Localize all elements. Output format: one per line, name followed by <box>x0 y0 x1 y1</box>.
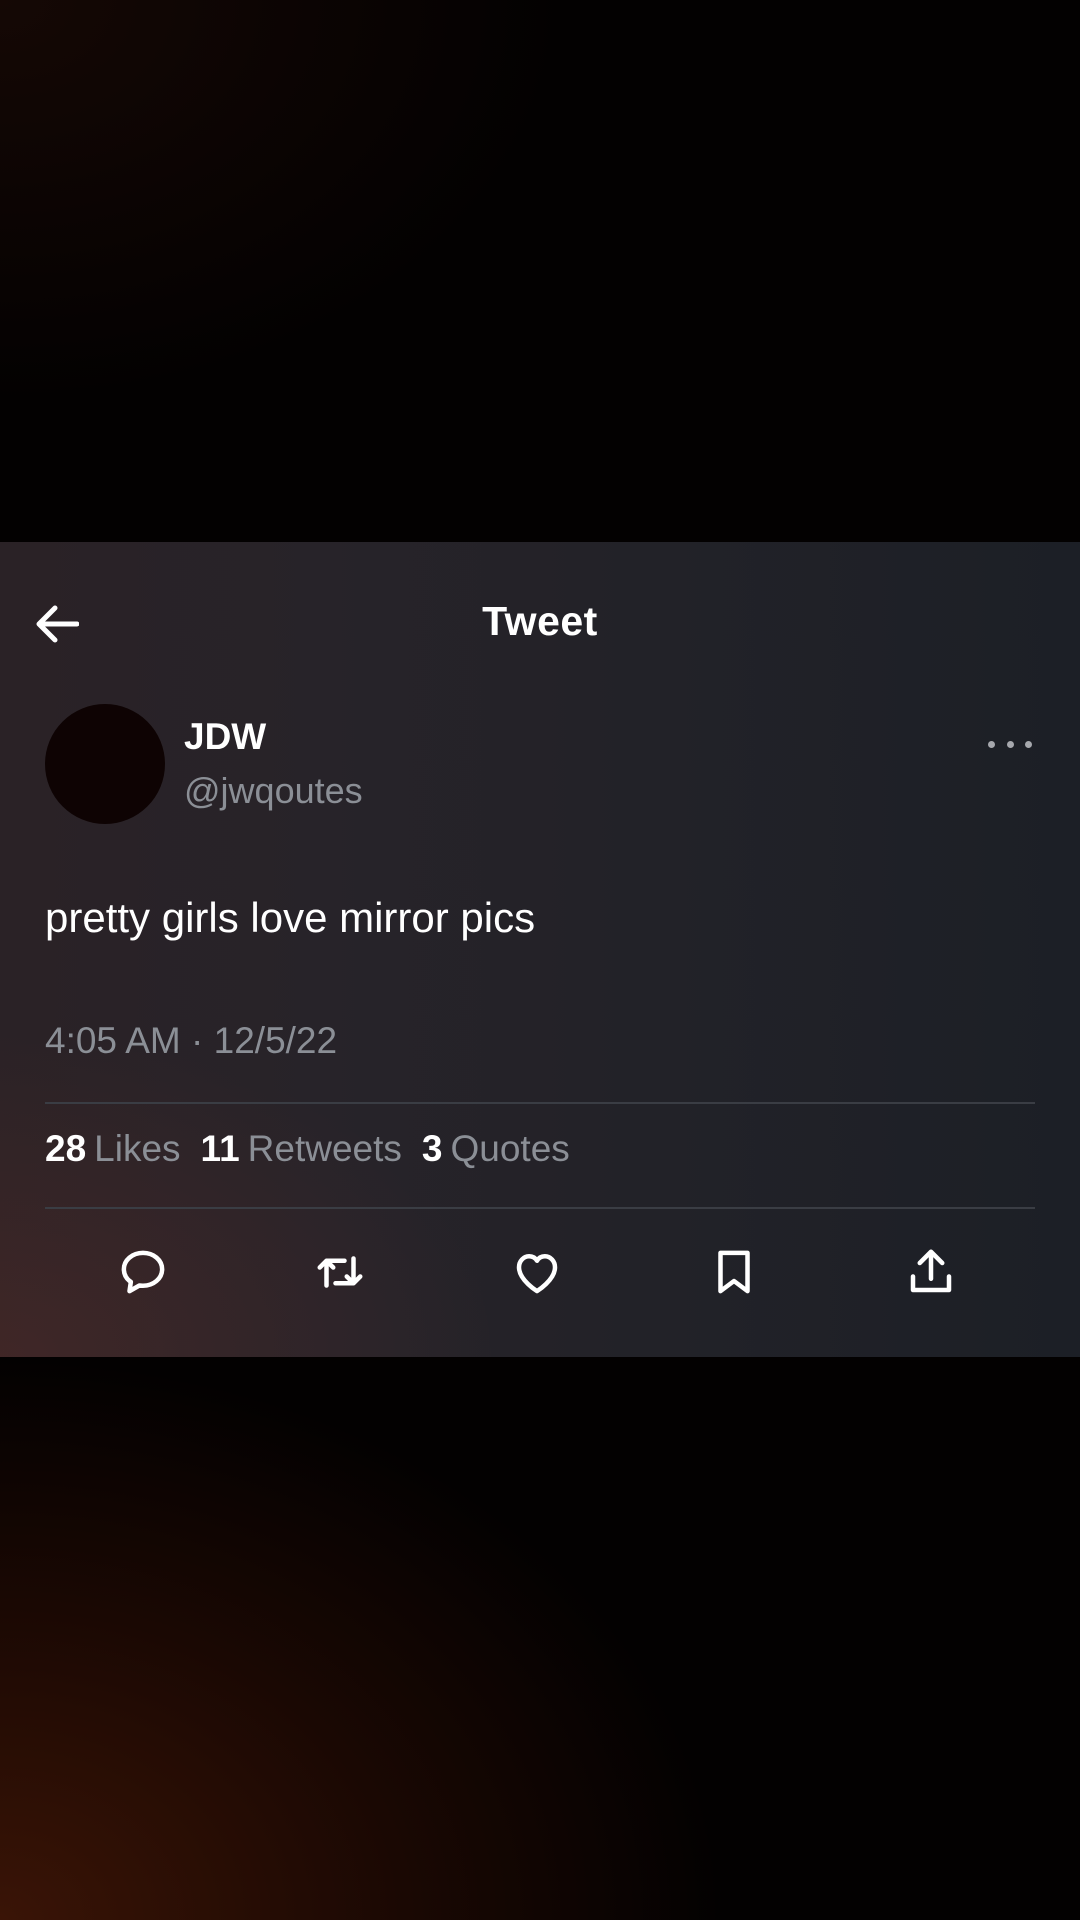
retweets-count: 11 <box>200 1128 240 1169</box>
header: Tweet <box>0 542 1080 698</box>
tweet-text: pretty girls love mirror pics <box>45 894 536 941</box>
author-display-name[interactable]: JDW <box>184 716 266 758</box>
author-handle[interactable]: @jwqoutes <box>184 770 363 812</box>
bookmark-button[interactable] <box>694 1232 774 1312</box>
more-dot-icon <box>1025 740 1032 748</box>
reply-button[interactable] <box>103 1232 183 1312</box>
page-title: Tweet <box>482 598 598 644</box>
like-button[interactable] <box>497 1232 577 1312</box>
tweet-timestamp[interactable]: 4:05 AM · 12/5/22 <box>45 1020 337 1062</box>
screen: Tweet JDW @jwqoutes pretty girls love mi… <box>0 0 1080 1920</box>
bookmark-icon <box>718 1250 750 1294</box>
retweets-label: Retweets <box>247 1128 402 1169</box>
more-dot-icon <box>988 740 995 748</box>
likes-count: 28 <box>45 1128 87 1169</box>
quotes-label: Quotes <box>450 1128 570 1169</box>
tweet-card: Tweet JDW @jwqoutes pretty girls love mi… <box>0 542 1080 1357</box>
share-icon <box>910 1249 952 1293</box>
retweet-button[interactable] <box>300 1232 380 1312</box>
tweet-stats: 28 Likes 11 Retweets 3 Quotes <box>45 1128 590 1170</box>
likes-stat[interactable]: 28 Likes <box>45 1128 181 1170</box>
more-dot-icon <box>1006 740 1014 748</box>
heart-icon <box>516 1254 558 1294</box>
more-options-button[interactable] <box>988 732 1032 756</box>
quotes-count: 3 <box>421 1128 443 1169</box>
tweet-actions <box>45 1232 1035 1312</box>
likes-label: Likes <box>94 1128 181 1169</box>
reply-icon <box>121 1250 165 1294</box>
share-button[interactable] <box>891 1232 971 1312</box>
divider <box>45 1102 1035 1104</box>
avatar[interactable] <box>45 704 165 824</box>
retweet-icon <box>317 1256 363 1288</box>
retweets-stat[interactable]: 11 Retweets <box>201 1128 402 1170</box>
divider <box>45 1207 1035 1209</box>
quotes-stat[interactable]: 3 Quotes <box>422 1128 570 1170</box>
